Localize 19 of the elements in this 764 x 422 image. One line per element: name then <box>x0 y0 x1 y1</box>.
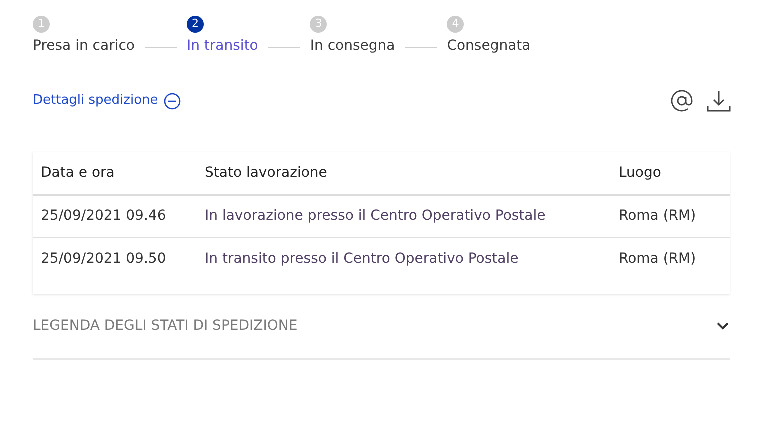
at-sign-icon[interactable] <box>670 89 694 113</box>
step-label: Presa in carico <box>33 37 135 56</box>
step-label: In consegna <box>310 37 396 56</box>
download-icon[interactable] <box>706 88 732 114</box>
table-cell-text: In transito presso il Centro Operativo Postale <box>205 250 520 268</box>
table-cell-text: 25/09/2021 09.50 <box>40 250 168 268</box>
step-label: In transito <box>186 37 258 56</box>
step-number: 2 <box>186 16 204 33</box>
legend-accordion[interactable]: LEGENDA DEGLI STATI DI SPEDIZIONE <box>33 294 730 360</box>
column-header: Luogo <box>619 164 662 182</box>
minus-circle-icon <box>164 92 182 110</box>
column-header: Data e ora <box>40 164 116 182</box>
column-header: Stato lavorazione <box>205 164 328 182</box>
details-toggle[interactable]: Dettagli spedizione <box>33 91 182 111</box>
table-cell-text: Roma (RM) <box>619 250 696 268</box>
step-label: Consegnata <box>447 37 531 56</box>
table-cell-text: In lavorazione presso il Centro Operativo Postale <box>205 207 547 226</box>
table-cell-text: Roma (RM) <box>619 207 696 226</box>
table-cell-text: 25/09/2021 09.46 <box>40 207 168 226</box>
